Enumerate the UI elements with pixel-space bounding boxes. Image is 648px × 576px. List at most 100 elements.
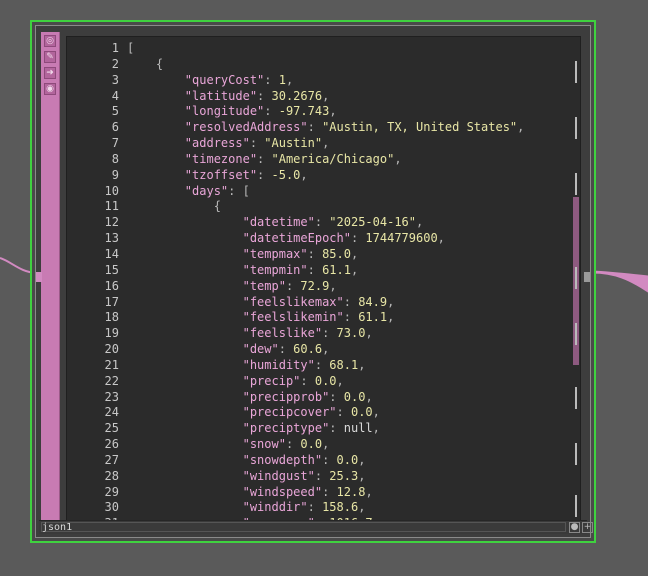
vertical-scrollbar[interactable] (570, 37, 580, 523)
line-number: 5 (111, 104, 119, 119)
json-punctuation: , (322, 136, 330, 151)
json-punctuation: : (300, 373, 315, 388)
code-line: 27 "snowdepth": 0.0, (67, 453, 580, 469)
json-key: "precipprob" (242, 389, 330, 404)
node-side-strip: ◎ ✎ ➜ ◉ (41, 32, 60, 525)
pin-icon[interactable]: ✎ (44, 51, 56, 63)
target-icon[interactable]: ◎ (44, 35, 56, 47)
json-punctuation: , (358, 452, 366, 467)
json-punctuation: , (365, 484, 373, 499)
node-name-label[interactable]: json1 (42, 521, 72, 534)
code-line: 10 "days": [ (67, 184, 580, 200)
line-number: 2 (111, 56, 119, 71)
code-line: 1[ (67, 41, 580, 57)
json-value: 1744779600 (365, 231, 438, 246)
output-wire (591, 270, 648, 293)
json-value: -5.0 (271, 167, 301, 182)
json-value: 30.2676 (271, 88, 323, 103)
line-number: 30 (104, 500, 119, 515)
scroll-tick (575, 267, 577, 289)
code-line: 12 "datetime": "2025-04-16", (67, 215, 580, 231)
json-value: "Austin" (264, 136, 323, 151)
code-line: 20 "dew": 60.6, (67, 342, 580, 358)
json-punctuation: : (322, 484, 337, 499)
json-value: "2025-04-16" (329, 215, 416, 230)
json-key: "tempmax" (242, 246, 308, 261)
json-text-editor[interactable]: 1[2 {3 "queryCost": 1, 4 "latitude": 30.2… (66, 36, 581, 524)
json-key: "feelslike" (242, 326, 323, 341)
line-number: 16 (104, 278, 119, 293)
json-punctuation: , (416, 215, 424, 230)
json-key: "tzoffset" (184, 167, 258, 182)
json-value: 85.0 (322, 246, 351, 261)
json-key: "longitude" (184, 104, 265, 119)
circle-icon[interactable]: ● (569, 522, 580, 533)
code-line: 3 "queryCost": 1, (67, 73, 580, 89)
json-punctuation: , (336, 373, 344, 388)
code-line: 6 "resolvedAddress": "Austin, TX, United… (67, 120, 580, 136)
json-value: 0.0 (350, 405, 373, 420)
json-punctuation: : (314, 468, 330, 483)
output-port[interactable] (584, 272, 590, 282)
scroll-tick (575, 61, 577, 83)
plus-icon[interactable]: + (582, 522, 593, 533)
line-number: 10 (104, 183, 119, 198)
json-punctuation: : (307, 262, 323, 277)
json-punctuation: , (329, 104, 337, 119)
json-punctuation: : (343, 310, 359, 325)
json-key: "winddir" (242, 500, 308, 515)
json-value: 0.0 (314, 373, 337, 388)
json-punctuation: : (257, 167, 272, 182)
json-punctuation: : (278, 342, 294, 357)
json-value: -97.743 (278, 104, 330, 119)
line-number: 8 (111, 151, 119, 166)
json-node[interactable]: ◎ ✎ ➜ ◉ 1[2 {3 "queryCost": 1, 4 "latitude":… (30, 20, 596, 543)
scroll-tick (575, 323, 577, 345)
json-punctuation: : (285, 278, 301, 293)
json-value: null (343, 421, 373, 436)
line-number: 3 (111, 72, 119, 87)
line-number: 4 (111, 88, 119, 103)
json-punctuation: : (257, 88, 272, 103)
eye-icon[interactable]: ◉ (44, 83, 56, 95)
code-line: 21 "humidity": 68.1, (67, 358, 580, 374)
scroll-tick (575, 117, 577, 139)
line-number: 14 (104, 246, 119, 261)
json-punctuation: : (329, 421, 344, 436)
json-value: 158.6 (322, 500, 359, 515)
code-line: 15 "tempmin": 61.1, (67, 263, 580, 279)
json-value: 73.0 (336, 326, 366, 341)
json-punctuation: , (322, 342, 330, 357)
arrow-right-icon[interactable]: ➜ (44, 67, 56, 79)
code-line: 22 "precip": 0.0, (67, 374, 580, 390)
input-port[interactable] (36, 272, 42, 282)
node-name-field[interactable] (41, 522, 566, 532)
json-value: 61.1 (358, 310, 388, 325)
code-content[interactable]: 1[2 {3 "queryCost": 1, 4 "latitude": 30.2… (67, 41, 580, 523)
code-line: 2 { (67, 57, 580, 73)
code-line: 26 "snow": 0.0, (67, 437, 580, 453)
json-key: "precipcover" (242, 405, 337, 420)
line-number: 1 (111, 41, 119, 55)
line-number: 23 (104, 389, 119, 404)
json-key: "resolvedAddress" (184, 120, 308, 135)
line-number: 19 (104, 326, 119, 341)
json-punctuation: , (322, 437, 330, 452)
json-punctuation: : (264, 104, 279, 119)
json-punctuation: , (350, 262, 359, 277)
line-number: 7 (111, 136, 119, 151)
code-line: 29 "windspeed": 12.8, (67, 485, 580, 501)
json-key: "temp" (242, 278, 286, 293)
node-body: ◎ ✎ ➜ ◉ 1[2 {3 "queryCost": 1, 4 "latitude":… (35, 25, 593, 538)
json-punctuation: : (314, 357, 330, 372)
